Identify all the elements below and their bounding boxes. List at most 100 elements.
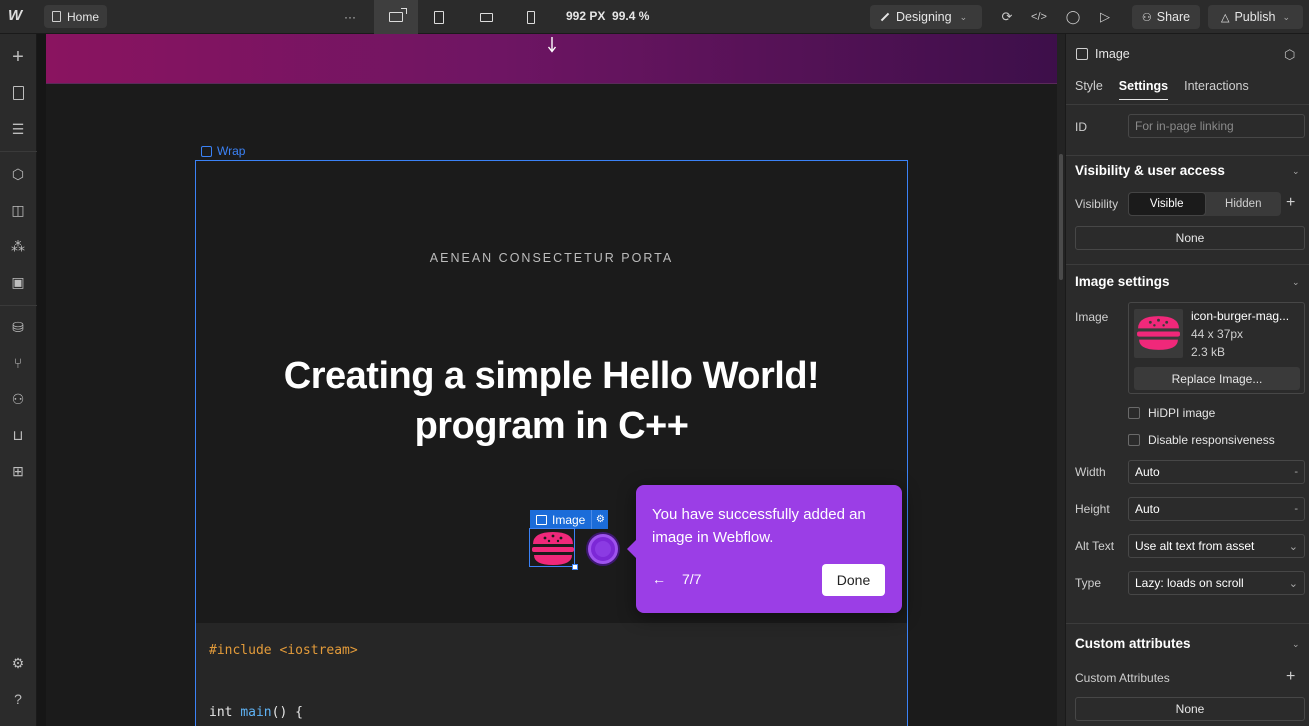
page-selector-label: Home (67, 10, 99, 24)
image-selection-tag[interactable]: Image ⚙ (530, 510, 608, 529)
users-icon[interactable]: ⚇ (9, 390, 27, 408)
hero-gradient-section[interactable] (46, 34, 1057, 84)
more-options-button[interactable]: ··· (340, 5, 360, 29)
resize-handle[interactable] (572, 564, 578, 570)
image-tag-label: Image (552, 513, 585, 527)
page-heading[interactable]: Creating a simple Hello World! program i… (196, 351, 907, 451)
canvas-scrollbar[interactable] (1057, 34, 1065, 726)
element-settings-gear-icon[interactable]: ⚙ (591, 510, 608, 529)
mobile-landscape-breakpoint-button[interactable] (476, 5, 496, 29)
height-input[interactable]: Auto- (1128, 497, 1305, 521)
disable-responsiveness-checkbox[interactable] (1128, 434, 1140, 446)
share-button[interactable]: ⚇ Share (1132, 5, 1200, 29)
variables-icon[interactable]: ⁂ (9, 237, 27, 255)
top-toolbar: W Home ··· 992 PX 99.4 % Designing ⌄ ⟳ <… (0, 0, 1309, 34)
left-toolbar: + ☰ ⬡ ◫ ⁂ ▣ ⛁ ⑂ ⚇ ⊔ ⊞ ⚙ ? (0, 34, 37, 726)
width-label: Width (1075, 465, 1106, 479)
publish-icon: △ (1221, 11, 1229, 24)
help-icon[interactable]: ? (9, 690, 27, 708)
image-icon (536, 515, 547, 525)
cms-icon[interactable]: ⛁ (9, 318, 27, 336)
image-asset-card: icon-burger-mag... 44 x 37px 2.3 kB Repl… (1128, 302, 1305, 394)
wrap-container[interactable]: AENEAN CONSECTETUR PORTA Creating a simp… (195, 160, 908, 726)
loading-type-select[interactable]: Lazy: loads on scroll⌄ (1128, 571, 1305, 595)
canvas-scrollbar-thumb[interactable] (1059, 154, 1063, 280)
comments-icon[interactable]: ◯ (1064, 8, 1082, 26)
components-icon[interactable]: ⬡ (9, 165, 27, 183)
panel-element-title: Image (1076, 47, 1130, 61)
ecommerce-icon[interactable]: ⊔ (9, 426, 27, 444)
custom-attributes-value[interactable]: None (1075, 697, 1305, 721)
tablet-icon (434, 11, 444, 24)
styles-icon[interactable]: ◫ (9, 201, 27, 219)
id-input[interactable]: For in-page linking (1128, 114, 1305, 138)
navigator-icon[interactable]: ☰ (9, 120, 27, 138)
chevron-down-icon: ⌄ (960, 12, 968, 23)
visibility-section-header[interactable]: Visibility & user access (1075, 163, 1225, 178)
panel-tabs: Style Settings Interactions (1075, 79, 1249, 100)
tab-settings[interactable]: Settings (1119, 79, 1168, 100)
user-access-value[interactable]: None (1075, 226, 1305, 250)
share-label: Share (1157, 10, 1190, 24)
settings-panel: Image ⬡ Style Settings Interactions ID F… (1065, 34, 1309, 726)
div-block-icon (201, 146, 212, 157)
desktop-icon (389, 12, 403, 22)
image-thumbnail[interactable] (1134, 309, 1183, 358)
code-line-include: #include <iostream> (209, 643, 358, 658)
component-icon[interactable]: ⬡ (1284, 47, 1295, 63)
desktop-breakpoint-button[interactable] (374, 0, 418, 34)
pages-icon[interactable] (9, 84, 27, 102)
add-visibility-condition-icon[interactable]: + (1286, 194, 1295, 212)
chevron-down-icon[interactable]: ⌄ (1292, 166, 1300, 177)
add-elements-icon[interactable]: + (9, 48, 27, 66)
tooltip-done-button[interactable]: Done (822, 564, 885, 596)
custom-attributes-section-header[interactable]: Custom attributes (1075, 636, 1191, 651)
selected-image-element[interactable] (529, 528, 575, 567)
assets-icon[interactable]: ▣ (9, 273, 27, 291)
preview-play-icon[interactable]: ▷ (1096, 8, 1114, 26)
image-settings-section-header[interactable]: Image settings (1075, 274, 1170, 289)
alt-text-select[interactable]: Use alt text from asset⌄ (1128, 534, 1305, 558)
visibility-visible-option[interactable]: Visible (1128, 192, 1206, 216)
tooltip-message: You have successfully added an image in … (652, 503, 888, 549)
code-block[interactable]: #include <iostream> int main() { (196, 623, 907, 726)
hidpi-checkbox[interactable] (1128, 407, 1140, 419)
tab-interactions[interactable]: Interactions (1184, 79, 1249, 100)
tab-style[interactable]: Style (1075, 79, 1103, 100)
publish-button[interactable]: △ Publish ⌄ (1208, 5, 1303, 29)
alt-text-label: Alt Text (1075, 539, 1114, 553)
visibility-label: Visibility (1075, 197, 1118, 211)
code-line-main: int main() { (209, 705, 303, 720)
onboarding-tooltip: You have successfully added an image in … (636, 485, 902, 613)
tablet-breakpoint-button[interactable] (430, 5, 448, 29)
add-custom-attribute-icon[interactable]: + (1286, 668, 1295, 686)
mobile-landscape-icon (480, 13, 493, 22)
image-dimensions: 44 x 37px (1191, 327, 1243, 341)
design-canvas[interactable]: Wrap AENEAN CONSECTETUR PORTA Creating a… (37, 34, 1057, 726)
mobile-portrait-breakpoint-button[interactable] (522, 5, 540, 29)
sync-icon[interactable]: ⟳ (998, 8, 1016, 26)
apps-icon[interactable]: ⊞ (9, 462, 27, 480)
tour-pulse-indicator (588, 534, 618, 564)
visibility-hidden-option[interactable]: Hidden (1206, 192, 1282, 216)
chevron-down-icon[interactable]: ⌄ (1292, 277, 1300, 288)
heading-line-2: program in C++ (196, 401, 907, 451)
replace-image-button[interactable]: Replace Image... (1134, 367, 1300, 390)
hidpi-checkbox-row[interactable]: HiDPI image (1128, 406, 1215, 420)
webflow-logo[interactable]: W (8, 7, 32, 27)
mode-dropdown[interactable]: Designing ⌄ (870, 5, 982, 29)
tooltip-back-arrow-icon[interactable]: ← (652, 571, 666, 587)
logic-icon[interactable]: ⑂ (9, 354, 27, 372)
width-input[interactable]: Auto- (1128, 460, 1305, 484)
burger-image (531, 530, 575, 567)
panel-element-name: Image (1095, 47, 1130, 61)
code-icon[interactable]: </> (1030, 8, 1048, 26)
image-label: Image (1075, 310, 1108, 324)
settings-gear-icon[interactable]: ⚙ (9, 654, 27, 672)
page-selector-button[interactable]: Home (44, 5, 107, 28)
disable-responsiveness-row[interactable]: Disable responsiveness (1128, 433, 1275, 447)
chevron-down-icon[interactable]: ⌄ (1292, 639, 1300, 650)
wrap-selection-label[interactable]: Wrap (201, 144, 245, 158)
eyebrow-text[interactable]: AENEAN CONSECTETUR PORTA (196, 251, 907, 265)
hidpi-label: HiDPI image (1148, 406, 1215, 420)
